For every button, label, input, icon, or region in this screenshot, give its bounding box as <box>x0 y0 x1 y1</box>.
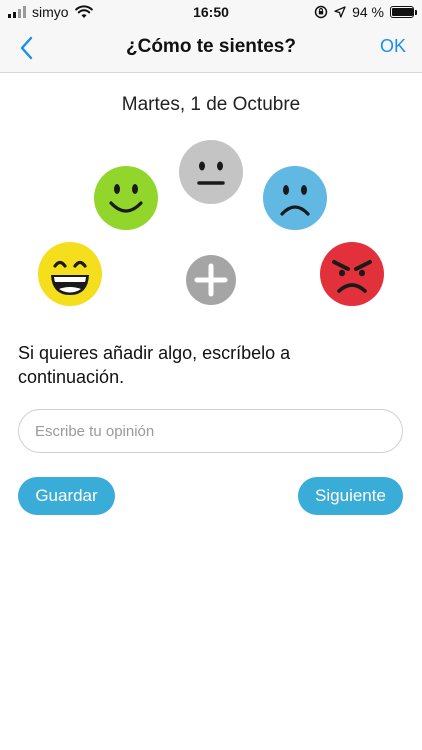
next-button[interactable]: Siguiente <box>298 477 403 515</box>
mood-option-angry[interactable] <box>320 242 384 306</box>
laughing-face-icon <box>38 242 102 306</box>
date-label: Martes, 1 de Octubre <box>121 94 301 115</box>
save-button[interactable]: Guardar <box>18 477 115 515</box>
mood-option-neutral[interactable] <box>179 140 243 204</box>
status-right: 94 % <box>314 4 417 20</box>
battery-percentage: 94 % <box>352 4 384 20</box>
neutral-face-icon <box>179 140 243 204</box>
comment-prompt: Si quieres añadir algo, escríbelo a cont… <box>18 343 291 387</box>
mood-option-happy[interactable] <box>94 166 158 230</box>
page-title: ¿Cómo te sientes? <box>126 36 296 57</box>
add-mood-button[interactable] <box>186 255 236 305</box>
plus-icon <box>186 255 236 305</box>
sad-face-icon <box>263 166 327 230</box>
ok-button[interactable]: OK <box>380 36 406 57</box>
location-arrow-icon <box>334 6 346 18</box>
angry-face-icon <box>320 242 384 306</box>
navigation-bar: ¿Cómo te sientes? OK <box>0 24 422 73</box>
opinion-input[interactable] <box>18 409 403 453</box>
mood-option-laughing[interactable] <box>38 242 102 306</box>
mood-option-sad[interactable] <box>263 166 327 230</box>
smiling-face-icon <box>94 166 158 230</box>
battery-icon <box>390 6 417 18</box>
rotation-lock-icon <box>314 5 328 19</box>
status-bar: simyo 16:50 94 % <box>0 0 422 24</box>
